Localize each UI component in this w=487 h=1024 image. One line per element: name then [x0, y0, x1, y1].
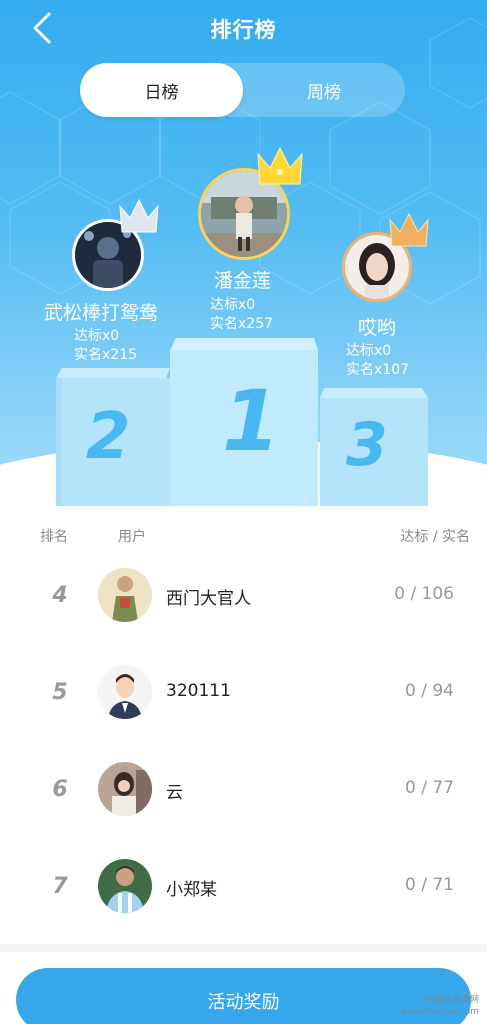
row-rank: 6: [52, 777, 68, 802]
column-header-rank: 排名: [40, 529, 68, 545]
row-username: 云: [166, 783, 183, 803]
podium-stat-first-verified: 实名x257: [210, 316, 274, 332]
watermark-line-2: www.mixinxi.com: [400, 1007, 479, 1017]
podium-name-first: 潘金莲: [214, 270, 272, 292]
podium-stat-third-qualified: 达标x0: [346, 343, 392, 359]
default-user-icon: [98, 665, 152, 719]
row-score: 0 / 71: [405, 875, 454, 895]
row-username: 小郑某: [166, 880, 217, 900]
podium-name-third: 哎哟: [358, 317, 397, 339]
watermark-line-1: Mi信息资源网: [423, 995, 479, 1005]
crown-silver-icon: [119, 198, 159, 233]
tab-daily[interactable]: 日榜: [80, 63, 243, 117]
avatar[interactable]: [98, 665, 152, 719]
list-item[interactable]: 6 云 0 / 77: [0, 741, 487, 837]
crown-gold-icon: [257, 146, 303, 185]
podium-stat-second-qualified: 达标x0: [74, 328, 120, 344]
list-item[interactable]: 7 小郑某 0 / 71: [0, 838, 487, 934]
row-rank: 4: [52, 583, 68, 608]
footer-divider: [0, 944, 487, 952]
row-rank: 5: [52, 680, 68, 705]
podium-stat-first-qualified: 达标x0: [210, 297, 256, 313]
podium-stat-second-verified: 实名x215: [74, 347, 138, 363]
podium-number-first: 1: [222, 372, 281, 470]
row-username: 320111: [166, 681, 231, 701]
tab-weekly[interactable]: 周榜: [243, 63, 405, 117]
tab-bar: 日榜 周榜: [80, 63, 405, 117]
list-item[interactable]: 4 西门大官人 0 / 106: [0, 547, 487, 643]
page-title: 排行榜: [210, 18, 277, 42]
column-header-score: 达标 / 实名: [400, 529, 470, 545]
row-username: 西门大官人: [166, 589, 251, 609]
avatar[interactable]: [98, 568, 152, 622]
podium-stat-third-verified: 实名x107: [346, 362, 410, 378]
avatar[interactable]: [98, 762, 152, 816]
row-rank: 7: [52, 874, 68, 899]
list-item[interactable]: 5 320111 0 / 94: [0, 644, 487, 740]
list-header: 排名 用户 达标 / 实名: [0, 526, 487, 546]
avatar[interactable]: [98, 859, 152, 913]
podium-name-second: 武松棒打鸳鸯: [44, 302, 159, 324]
avatar-photo: [98, 859, 152, 913]
crown-bronze-icon: [389, 212, 429, 247]
column-header-user: 用户: [118, 529, 146, 545]
row-score: 0 / 94: [405, 681, 454, 701]
watermark: Mi信息资源网 www.mixinxi.com: [400, 994, 479, 1018]
avatar-photo: [98, 762, 152, 816]
row-score: 0 / 106: [394, 584, 454, 604]
row-score: 0 / 77: [405, 778, 454, 798]
avatar-photo: [98, 568, 152, 622]
podium-number-second: 2: [86, 400, 131, 474]
podium-number-third: 3: [346, 410, 388, 480]
